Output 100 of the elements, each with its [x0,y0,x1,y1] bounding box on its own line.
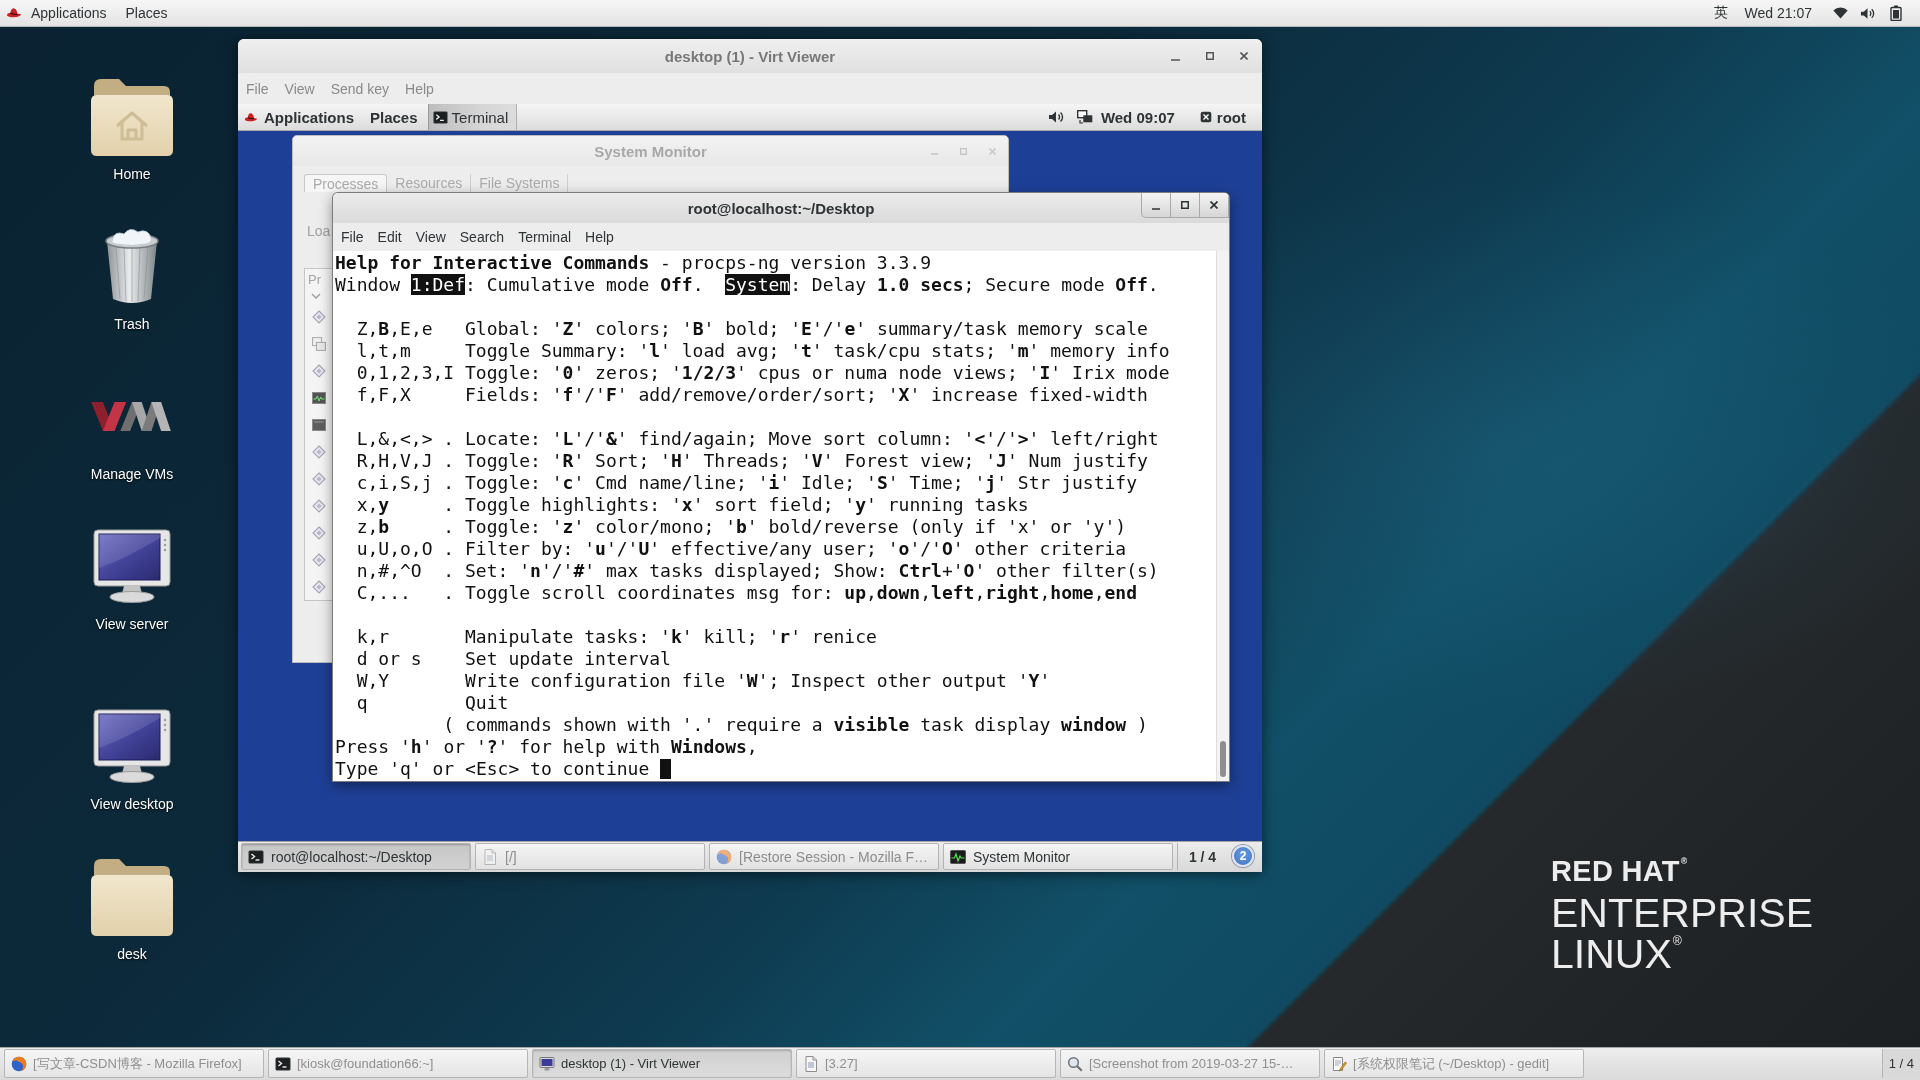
command-keys: q [356,692,368,714]
window-title: desktop (1) - Virt Viewer [664,47,836,65]
taskbar-button[interactable]: System Monitor [943,843,1173,870]
minimize-icon [1152,207,1160,210]
command-description: Quit [465,692,509,714]
menu-item[interactable]: Help [578,225,621,249]
menu-item[interactable]: Edit [370,225,409,249]
window-button[interactable]: Terminal [427,104,518,130]
command-keys: C,... [356,582,411,604]
chevron-icon[interactable] [311,293,321,299]
menu-item[interactable]: View [408,225,453,249]
command-description: Manipulate tasks: 'k' kill; 'r' renice [465,626,877,648]
x-box-icon[interactable] [1199,111,1212,123]
striped-logo-icon [91,399,173,433]
command-keys: u,U,o,O [356,538,433,560]
scrollbar[interactable] [1216,251,1229,781]
volume-icon[interactable] [1860,5,1875,21]
command-description: Set update interval [465,648,671,670]
diamond-icon [312,499,326,513]
desktop-shortcut[interactable]: Trash [62,218,202,334]
document-icon [482,848,498,865]
logo-text: ENTERPRISE [1551,893,1813,934]
desktop-shortcut[interactable]: View server [62,518,202,634]
wifi-icon[interactable] [1833,7,1848,19]
command-description: Toggle: 'c' Cmd name/line; 'i' Idle; 'S' Time; 'j' Str justify [465,472,1137,494]
user-menu[interactable]: root [1216,104,1246,130]
menu-item[interactable]: Search [452,225,512,249]
battery-icon[interactable] [1890,5,1902,21]
activity-chart-icon [950,848,966,865]
logo-text: LINUX$^{®}$ [1551,934,1682,979]
taskbar-button[interactable]: root@localhost:~/Desktop [241,843,471,870]
workspace-switcher[interactable]: 1 / 4 [1881,1049,1920,1078]
scope-mark: . [443,582,455,604]
close-icon[interactable] [1240,52,1248,60]
logo-text: RED HAT$^{®}$ [1551,856,1688,889]
scrollbar-thumb[interactable] [1220,741,1226,777]
globe-icon [716,848,732,865]
scope-mark: . [443,494,455,516]
command-description: Global: 'Z' colors; 'B' bold; 'E'/'e' summary/task memory scale [465,318,1148,340]
volume-icon[interactable] [1047,109,1064,125]
menu-item[interactable]: File [334,225,371,249]
command-keys: x,y [356,494,390,516]
terminal-icon [275,1055,291,1072]
command-description: Toggle: 'R' Sort; 'H' Threads; 'V' Forest view; 'J' Num justify [465,450,1148,472]
screen-icon [312,418,326,432]
activity-chart-icon [312,391,326,405]
command-keys: z,b [356,516,390,538]
command-keys: n,#,^O [356,560,422,582]
command-keys: L,&,<,> [356,428,433,450]
help-note: ( commands shown with '.' require a visible task display window ) [443,714,1148,736]
scope-mark: . [443,472,455,494]
command-description: Toggle highlights: 'x' sort field; 'y' running tasks [465,494,1029,516]
status-line: Window 1:Def: Cumulative mode Off. System: Delay 1.0 secs; Secure mode Off. [335,274,1159,296]
clock[interactable]: Wed 21:07 [1744,5,1812,21]
command-description: Filter by: 'u'/'U' effective/any user; 'o'/'O' other criteria [465,538,1127,560]
scope-mark: . [443,428,455,450]
close-icon [1210,201,1218,209]
window-title: System Monitor [594,142,707,160]
scope-mark: . [443,560,455,582]
command-keys: c,i,S,j [356,472,433,494]
command-description: Set: 'n'/'#' max tasks displayed; Show: Ctrl+'O' other filter(s) [465,560,1159,582]
close-button[interactable] [1199,193,1229,218]
command-keys: l,t,m [356,340,411,362]
command-description: Toggle Summary: 'l' load avg; 't' task/cpu stats; 'm' memory info [465,340,1170,362]
workspace-switcher[interactable]: 1 / 4 [1177,843,1227,870]
trash-icon [102,227,162,305]
diamond-icon [312,364,326,378]
command-description: Fields: 'f'/'F' add/remove/order/sort; 'X' increase fixed-width [465,384,1148,406]
command-keys: f,F,X [356,384,411,406]
hat-icon [244,111,258,123]
scope-mark: . [443,538,455,560]
input-method-indicator[interactable]: 英 [1713,4,1728,22]
monitor-icon [539,1055,555,1072]
taskbar-button[interactable]: desktop (1) - Virt Viewer [532,1049,792,1078]
diamond-icon [312,310,326,324]
command-keys: W,Y [356,670,390,692]
desktop-shortcut[interactable]: Manage VMs [62,368,202,484]
terminal-icon [432,109,448,125]
command-description: Locate: 'L'/'&' find/again; Move sort column: '<'/'>' left/right [465,428,1159,450]
desktop-shortcut[interactable]: View desktop [62,698,202,814]
maximize-button[interactable] [1170,193,1200,218]
applications-menu[interactable]: Applications [238,104,354,130]
desktop-shortcut[interactable]: Home [62,68,202,184]
help-title: Help for Interactive Commands - procps-ng version 3.3.9 [335,252,932,274]
network-icon[interactable] [1076,110,1093,124]
maximize-icon[interactable] [1206,52,1214,60]
desktop-shortcut[interactable]: desk [62,848,202,964]
places-menu[interactable]: Places [370,104,418,130]
places-menu[interactable]: Places [125,0,168,26]
applications-menu[interactable]: Applications [2,0,111,26]
command-keys: R,H,V,J [356,450,433,472]
monitor-icon [92,708,172,784]
diamond-icon [312,553,326,567]
diamond-icon [312,472,326,486]
clock[interactable]: Wed 09:07 [1100,108,1175,126]
load-label: Loa [307,223,331,239]
minimize-button[interactable] [1141,193,1171,218]
menu-item[interactable]: Terminal [511,225,579,249]
prompt-text: Press 'h' or '?' for help with Windows, [335,736,758,758]
command-description: Toggle: '0' zeros; '1/2/3' cpus or numa node views; 'I' Irix mode [465,362,1170,384]
